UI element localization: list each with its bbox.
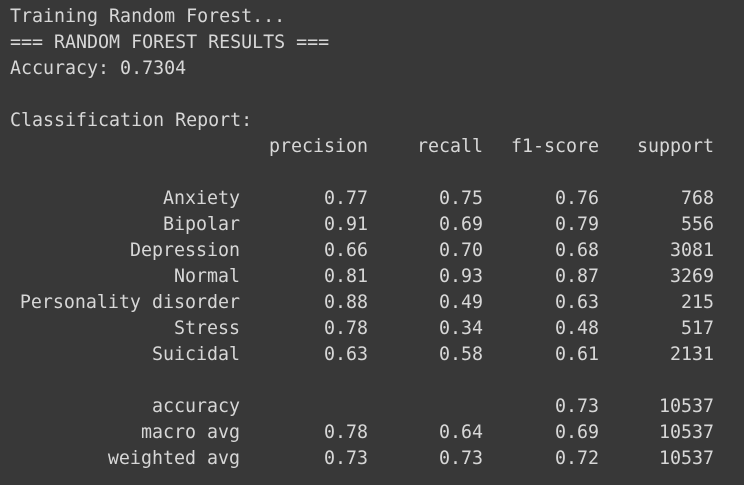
report-title: Classification Report:	[10, 110, 253, 131]
class-row: Personality disorder 0.88 0.49 0.63 215	[10, 290, 744, 316]
summary-f1-score: 0.72	[554, 448, 599, 469]
class-precision: 0.66	[323, 240, 368, 261]
summary-recall: 0.73	[438, 448, 483, 469]
class-support: 768	[680, 188, 714, 209]
header-recall: recall	[416, 136, 483, 157]
class-precision: 0.78	[323, 318, 368, 339]
class-f1-score: 0.63	[554, 292, 599, 313]
header-precision: precision	[268, 136, 368, 157]
console-output: Training Random Forest... === RANDOM FOR…	[0, 0, 744, 485]
class-label: Depression	[129, 240, 240, 261]
class-f1-score: 0.61	[554, 344, 599, 365]
class-row: Suicidal 0.63 0.58 0.61 2131	[10, 342, 744, 368]
class-label: Normal	[173, 266, 240, 287]
class-label: Stress	[173, 318, 240, 339]
class-support: 3081	[669, 240, 714, 261]
class-recall: 0.75	[438, 188, 483, 209]
summary-row-weighted-avg: weighted avg 0.73 0.73 0.72 10537	[10, 446, 744, 472]
summary-precision: 0.78	[323, 422, 368, 443]
class-row: Normal 0.81 0.93 0.87 3269	[10, 264, 744, 290]
class-recall: 0.69	[438, 214, 483, 235]
class-support: 2131	[669, 344, 714, 365]
class-label: Bipolar	[162, 214, 240, 235]
class-row: Bipolar 0.91 0.69 0.79 556	[10, 212, 744, 238]
class-precision: 0.91	[323, 214, 368, 235]
class-precision: 0.88	[323, 292, 368, 313]
summary-row-accuracy: accuracy 0.73 10537	[10, 394, 744, 420]
class-row: Stress 0.78 0.34 0.48 517	[10, 316, 744, 342]
summary-recall: 0.64	[438, 422, 483, 443]
results-header: === RANDOM FOREST RESULTS ===	[10, 32, 330, 53]
class-row: Anxiety 0.77 0.75 0.76 768	[10, 186, 744, 212]
class-support: 3269	[669, 266, 714, 287]
summary-support: 10537	[658, 448, 714, 469]
class-label: Suicidal	[151, 344, 240, 365]
header-support: support	[636, 136, 714, 157]
summary-row-macro-avg: macro avg 0.78 0.64 0.69 10537	[10, 420, 744, 446]
class-support: 517	[680, 318, 714, 339]
summary-f1-score: 0.69	[554, 422, 599, 443]
class-label: Personality disorder	[19, 292, 240, 313]
class-f1-score: 0.48	[554, 318, 599, 339]
class-f1-score: 0.76	[554, 188, 599, 209]
header-f1-score: f1-score	[510, 136, 599, 157]
summary-support: 10537	[658, 422, 714, 443]
class-support: 556	[680, 214, 714, 235]
class-precision: 0.77	[323, 188, 368, 209]
summary-label: accuracy	[151, 396, 240, 417]
accuracy-line: Accuracy: 0.7304	[10, 58, 187, 79]
class-support: 215	[680, 292, 714, 313]
summary-f1-score: 0.73	[554, 396, 599, 417]
summary-label: macro avg	[140, 422, 240, 443]
class-row: Depression 0.66 0.70 0.68 3081	[10, 238, 744, 264]
class-precision: 0.81	[323, 266, 368, 287]
class-label: Anxiety	[162, 188, 240, 209]
class-recall: 0.58	[438, 344, 483, 365]
class-f1-score: 0.68	[554, 240, 599, 261]
class-recall: 0.34	[438, 318, 483, 339]
summary-support: 10537	[658, 396, 714, 417]
class-recall: 0.49	[438, 292, 483, 313]
status-line: Training Random Forest...	[10, 6, 286, 27]
class-f1-score: 0.79	[554, 214, 599, 235]
summary-precision: 0.73	[323, 448, 368, 469]
class-recall: 0.70	[438, 240, 483, 261]
class-f1-score: 0.87	[554, 266, 599, 287]
class-precision: 0.63	[323, 344, 368, 365]
summary-label: weighted avg	[107, 448, 240, 469]
report-header-row: precision recall f1-score support	[10, 134, 744, 160]
class-recall: 0.93	[438, 266, 483, 287]
